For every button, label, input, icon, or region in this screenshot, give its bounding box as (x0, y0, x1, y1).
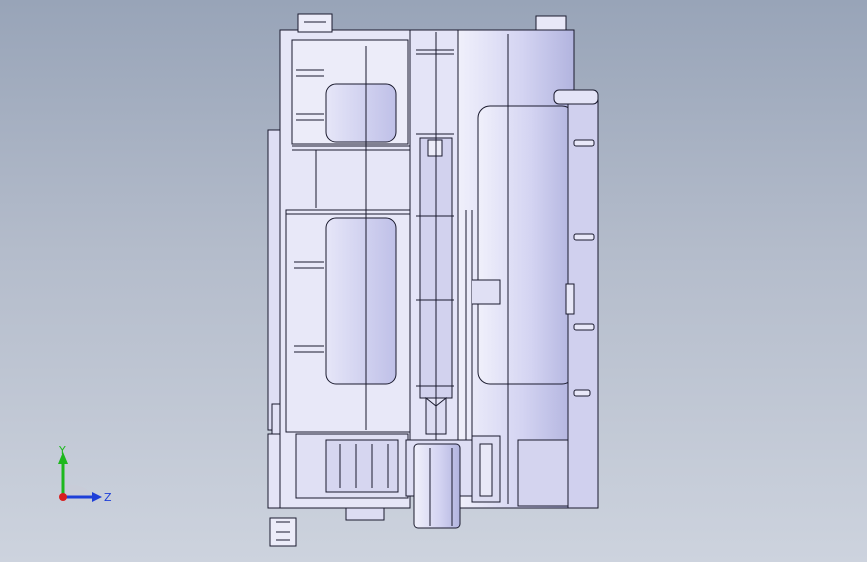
y-axis-label: Y (58, 444, 66, 457)
x-axis-origin (59, 493, 67, 501)
bottom-nozzle (405, 439, 473, 529)
center-column (409, 29, 459, 441)
z-axis-arrowhead (92, 492, 102, 502)
triad-quadrant (63, 484, 93, 496)
right-cylinder (457, 15, 575, 509)
cad-model-drawing[interactable] (0, 0, 867, 562)
axis-triad: Y Z (58, 444, 112, 504)
cad-viewport[interactable]: Y Z (0, 0, 867, 562)
main-housing (279, 13, 411, 521)
z-axis-label: Z (104, 491, 112, 504)
